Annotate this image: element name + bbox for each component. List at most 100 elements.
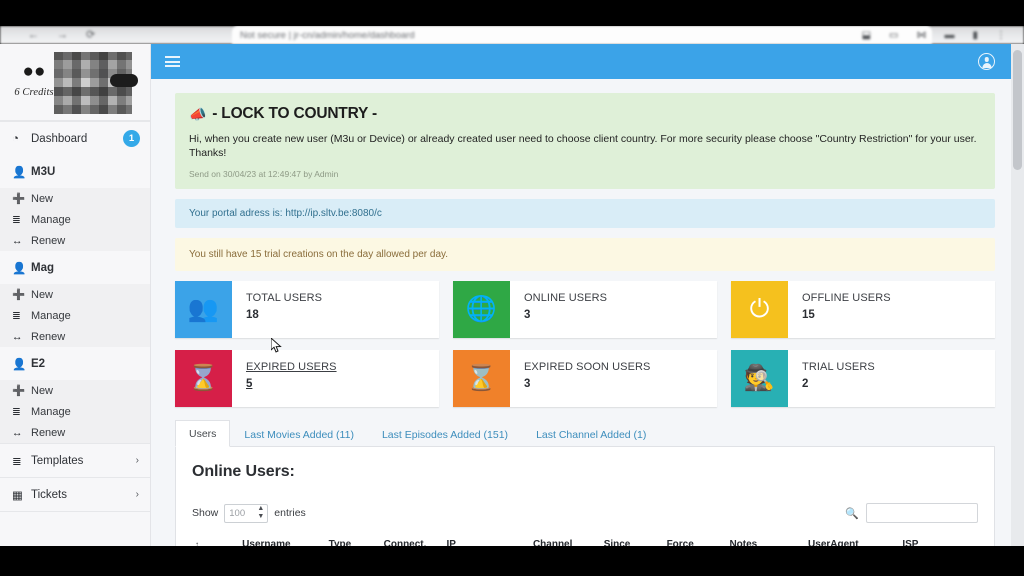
sidebar-item-m3u-renew[interactable]: ↔ Renew bbox=[0, 230, 150, 251]
stat-card-label: EXPIRED SOON USERS bbox=[524, 361, 651, 373]
back-icon[interactable]: ← bbox=[28, 29, 39, 41]
chevron-right-icon: › bbox=[135, 455, 139, 466]
sidebar-item-e2-new[interactable]: ➕ New bbox=[0, 380, 150, 401]
list-icon: ≣ bbox=[12, 405, 21, 418]
show-label: Show bbox=[192, 507, 219, 519]
column-username[interactable]: Username bbox=[239, 534, 326, 546]
browser-chrome: ← → ⟳ Not secure | jr-cn/admin/home/dash… bbox=[0, 0, 1024, 44]
user-icon: 👤 bbox=[12, 358, 27, 371]
stat-card-expired-users[interactable]: ⌛ EXPIRED USERS 5 bbox=[175, 350, 439, 407]
column-notes[interactable]: Notes bbox=[726, 534, 806, 546]
stat-card-label: OFFLINE USERS bbox=[802, 292, 891, 304]
portal-address-alert: Your portal adress is: http://ip.sltv.be… bbox=[175, 199, 995, 228]
sidebar-item-e2-manage[interactable]: ≣ Manage bbox=[0, 401, 150, 422]
sidebar-item-e2-renew[interactable]: ↔ Renew bbox=[0, 422, 150, 443]
username-pill bbox=[110, 74, 138, 87]
sidebar-nav: ◔ Dashboard 1 👤 M3U ➕ New ≣ Manage ↔ Ren… bbox=[0, 121, 150, 512]
column-sort[interactable]: ↑ bbox=[192, 534, 240, 546]
sidebar-item-mag-new[interactable]: ➕ New bbox=[0, 284, 150, 305]
column-since[interactable]: Since bbox=[600, 534, 664, 546]
search-input[interactable] bbox=[866, 503, 978, 523]
stat-card-text: TRIAL USERS 2 bbox=[788, 350, 875, 407]
sidebar-divider bbox=[0, 511, 150, 512]
hourglass-icon: ⌛ bbox=[175, 350, 232, 407]
extension-icon-4[interactable]: ▬ bbox=[944, 30, 954, 41]
column-isp[interactable]: ISP bbox=[899, 534, 978, 546]
topbar bbox=[151, 44, 1011, 79]
sidebar: ●● 6 Credits ◔ Dashboard 1 👤 M3U ➕ New ≣… bbox=[0, 44, 151, 546]
chevron-right-icon: › bbox=[135, 489, 139, 500]
page-length-select[interactable]: 100 ▲ ▼ bbox=[224, 503, 269, 523]
column-channel[interactable]: Channel bbox=[529, 534, 601, 546]
announcement-meta: Send on 30/04/23 at 12:49:47 by Admin bbox=[189, 169, 339, 179]
sidebar-user-panel: ●● 6 Credits bbox=[0, 44, 150, 120]
reload-icon[interactable]: ⟳ bbox=[86, 29, 95, 41]
page-length-value: 100 bbox=[229, 507, 246, 519]
stat-card-value: 3 bbox=[524, 309, 531, 321]
sidebar-item-m3u[interactable]: 👤 M3U bbox=[0, 155, 150, 188]
stat-card-label[interactable]: EXPIRED USERS bbox=[246, 361, 337, 373]
announcement-alert: 📣 - LOCK TO COUNTRY - Hi, when you creat… bbox=[175, 93, 995, 189]
sidebar-item-label: Renew bbox=[31, 234, 66, 247]
stat-card-value[interactable]: 5 bbox=[246, 378, 337, 390]
extension-icon-2[interactable]: ▭ bbox=[889, 30, 898, 41]
column-connect[interactable]: Connect. bbox=[380, 534, 444, 546]
extension-icon-3[interactable]: ⋈ bbox=[916, 30, 926, 41]
tab-last-episodes-added[interactable]: Last Episodes Added (151) bbox=[368, 421, 522, 447]
column-type[interactable]: Type bbox=[325, 534, 381, 546]
column-force[interactable]: Force bbox=[663, 534, 727, 546]
extension-icon-5[interactable]: ▮ bbox=[972, 30, 978, 41]
stat-card-text: OFFLINE USERS 15 bbox=[788, 281, 891, 338]
power-icon: ⏻ bbox=[731, 281, 788, 338]
column-useragent[interactable]: UserAgent bbox=[805, 534, 900, 546]
sidebar-item-label: New bbox=[31, 288, 54, 301]
content-tabs: Users Last Movies Added (11) Last Episod… bbox=[175, 419, 995, 447]
users-group-icon: 👥 bbox=[175, 281, 232, 338]
stat-card-value: 15 bbox=[802, 309, 815, 321]
browser-extension-icons[interactable]: ⬓ ▭ ⋈ ▬ ▮ ⋮ bbox=[856, 28, 1006, 42]
stat-card-expired-soon-users[interactable]: ⌛ EXPIRED SOON USERS 3 bbox=[453, 350, 717, 407]
page-scrollbar-thumb[interactable] bbox=[1013, 50, 1022, 170]
megaphone-icon: 📣 bbox=[189, 105, 207, 122]
stat-card-value: 18 bbox=[246, 309, 259, 321]
stat-card-offline-users[interactable]: ⏻ OFFLINE USERS 15 bbox=[731, 281, 995, 338]
stat-card-trial-users[interactable]: 🕵 TRIAL USERS 2 bbox=[731, 350, 995, 407]
tab-users[interactable]: Users bbox=[175, 420, 231, 447]
column-ip[interactable]: IP bbox=[443, 534, 530, 546]
main-content: 📣 - LOCK TO COUNTRY - Hi, when you creat… bbox=[151, 79, 1011, 546]
sidebar-item-templates[interactable]: ≣ Templates › bbox=[0, 444, 150, 477]
table-search: 🔍 bbox=[845, 503, 978, 523]
sidebar-item-e2[interactable]: 👤 E2 bbox=[0, 347, 150, 380]
stat-card-text: EXPIRED USERS 5 bbox=[232, 350, 337, 407]
plus-icon: ➕ bbox=[12, 193, 26, 205]
sidebar-item-m3u-new[interactable]: ➕ New bbox=[0, 188, 150, 209]
tab-last-movies-added[interactable]: Last Movies Added (11) bbox=[230, 421, 368, 447]
stat-card-value: 3 bbox=[524, 378, 531, 390]
browser-nav-buttons[interactable]: ← → ⟳ bbox=[28, 28, 178, 42]
sidebar-item-label: Dashboard bbox=[31, 132, 88, 145]
tab-last-channel-added[interactable]: Last Channel Added (1) bbox=[522, 421, 660, 447]
sidebar-item-mag-renew[interactable]: ↔ Renew bbox=[0, 326, 150, 347]
online-users-panel: Online Users: Show 100 ▲ ▼ entries 🔍 ↑ U… bbox=[175, 447, 995, 546]
sidebar-item-label: M3U bbox=[31, 165, 56, 178]
arrows-icon: ↔ bbox=[12, 426, 23, 439]
sidebar-item-dashboard[interactable]: ◔ Dashboard 1 bbox=[0, 122, 150, 155]
stat-card-online-users[interactable]: 🌐 ONLINE USERS 3 bbox=[453, 281, 717, 338]
sidebar-item-mag[interactable]: 👤 Mag bbox=[0, 251, 150, 284]
hamburger-menu-icon[interactable] bbox=[165, 56, 180, 67]
sidebar-item-mag-manage[interactable]: ≣ Manage bbox=[0, 305, 150, 326]
hourglass-icon: ⌛ bbox=[453, 350, 510, 407]
address-bar[interactable]: Not secure | jr-cn/admin/home/dashboard bbox=[240, 28, 710, 43]
plus-icon: ➕ bbox=[12, 289, 26, 301]
forward-icon[interactable]: → bbox=[57, 29, 68, 41]
plus-icon: ➕ bbox=[12, 385, 26, 397]
list-icon: ≣ bbox=[12, 455, 22, 468]
stat-card-total-users[interactable]: 👥 TOTAL USERS 18 bbox=[175, 281, 439, 338]
browser-menu-icon[interactable]: ⋮ bbox=[996, 30, 1006, 41]
sidebar-item-tickets[interactable]: ▦ Tickets › bbox=[0, 478, 150, 511]
extension-icon-1[interactable]: ⬓ bbox=[862, 30, 871, 41]
sidebar-item-label: Manage bbox=[31, 309, 71, 322]
user-circle-icon[interactable] bbox=[978, 53, 995, 70]
sidebar-item-m3u-manage[interactable]: ≣ Manage bbox=[0, 209, 150, 230]
stat-cards-row-1: 👥 TOTAL USERS 18 🌐 ONLINE USERS 3 ⏻ OFFL… bbox=[175, 281, 995, 338]
